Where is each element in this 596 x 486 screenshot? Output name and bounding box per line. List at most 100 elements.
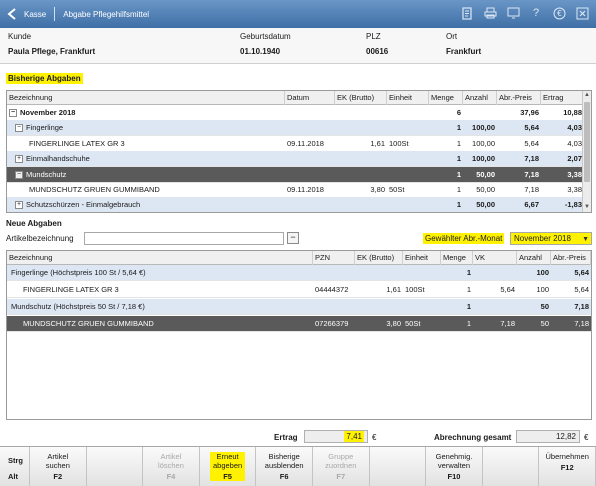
table-row[interactable]: Mundschutz (Höchstpreis 50 St / 7,18 €) 1…	[7, 299, 591, 315]
cell-menge: 1	[456, 200, 461, 210]
document-icon[interactable]	[459, 5, 475, 21]
expand-icon[interactable]: +	[15, 201, 23, 210]
cell-ek	[335, 197, 387, 212]
cell-datum: 09.11.2018	[287, 185, 324, 194]
expand-icon[interactable]: +	[15, 155, 23, 164]
column-header[interactable]: EK (Brutto)	[355, 251, 403, 265]
scroll-down-icon[interactable]: ▼	[583, 203, 591, 212]
table-bisherige-abgaben[interactable]: Bezeichnung Datum EK (Brutto) Einheit Me…	[6, 90, 592, 213]
screen-icon[interactable]	[505, 5, 521, 21]
table-row[interactable]: − November 2018 6 37,96 10,88	[7, 105, 584, 121]
scrollbar-thumb[interactable]	[584, 102, 590, 182]
column-header[interactable]: Abr.-Preis	[497, 91, 541, 105]
column-header[interactable]: Anzahl	[463, 91, 497, 105]
cell-vk: 5,64	[500, 285, 515, 294]
cell-anzahl: 100,00	[472, 138, 495, 148]
cell-preis: 37,96	[520, 108, 539, 117]
table-row[interactable]: − Mundschutz 1 50,00 7,18 3,38	[7, 166, 584, 183]
cell-bezeichnung: MUNDSCHUTZ GRUEN GUMMIBAND	[7, 182, 285, 198]
cell-preis: 7,18	[524, 154, 539, 164]
back-button[interactable]	[0, 0, 24, 28]
cell-ek	[335, 151, 387, 167]
table-row[interactable]: − Fingerlinge 1 100,00 5,64 4,03	[7, 120, 584, 137]
label-plz: PLZ	[366, 32, 381, 41]
fkey-erneut-abgeben[interactable]: Erneut abgeben F5	[200, 447, 257, 486]
column-header[interactable]: Datum	[285, 91, 335, 105]
table-row[interactable]: Fingerlinge (Höchstpreis 100 St / 5,64 €…	[7, 265, 591, 281]
fkey-bisherige-ausblenden[interactable]: Bisherige ausblenden F6	[256, 447, 313, 486]
column-header[interactable]: Einheit	[403, 251, 441, 265]
column-header[interactable]: Anzahl	[517, 251, 551, 265]
value-plz: 00616	[366, 47, 389, 56]
vertical-scrollbar[interactable]: ▲ ▼	[582, 91, 591, 212]
cell-ertrag: 4,03	[567, 123, 582, 133]
cell-ek	[335, 120, 387, 136]
row-label: Einmalhandschuhe	[26, 154, 90, 164]
fkey-artikel-löschen[interactable]: Artikel löschen F4	[143, 447, 200, 486]
column-header[interactable]: Abr.-Preis	[551, 251, 591, 265]
column-header[interactable]: Ertrag	[541, 91, 584, 105]
artikel-input[interactable]	[84, 232, 284, 245]
collapse-icon[interactable]: −	[9, 109, 17, 118]
fkey-shortcut: F4	[166, 472, 176, 481]
column-header[interactable]: Menge	[441, 251, 473, 265]
cell-ek	[355, 299, 403, 315]
cell-ertrag: 3,38	[567, 169, 582, 179]
column-header[interactable]: VK	[473, 251, 517, 265]
breadcrumb-kasse[interactable]: Kasse	[24, 10, 46, 19]
fkey-shortcut: F10	[447, 472, 461, 481]
print-icon[interactable]	[482, 5, 498, 21]
fkey-empty-1	[87, 447, 144, 486]
scroll-up-icon[interactable]: ▲	[583, 91, 591, 100]
cell-preis: 5,64	[574, 285, 589, 294]
column-header[interactable]: PZN	[313, 251, 355, 265]
strg-key[interactable]: Strg	[8, 456, 23, 465]
cell-einheit: 50St	[405, 319, 421, 328]
help-icon[interactable]: ?	[528, 5, 544, 21]
value-kunde: Paula Pflege, Frankfurt	[8, 47, 96, 56]
breadcrumb-separator	[54, 7, 56, 21]
label-ort: Ort	[446, 32, 458, 41]
cell-ek: 1,61	[370, 138, 385, 148]
column-header[interactable]: Einheit	[387, 91, 429, 105]
column-header[interactable]: EK (Brutto)	[335, 91, 387, 105]
monat-select[interactable]: November 2018 ▼	[510, 232, 592, 245]
table-row[interactable]: FINGERLINGE LATEX GR 3 09.11.2018 1,61 100S…	[7, 136, 584, 152]
column-header[interactable]: Bezeichnung	[7, 251, 313, 265]
cell-menge: 1	[466, 285, 471, 294]
cell-anzahl: 50	[540, 302, 549, 311]
section-title-neue: Neue Abgaben	[6, 219, 62, 228]
collapse-icon[interactable]: −	[15, 124, 23, 133]
cell-menge: 6	[456, 108, 461, 117]
table-row[interactable]: MUNDSCHUTZ GRUEN GUMMIBAND 07266379 3,80 50…	[7, 316, 591, 332]
cell-ek: 3,80	[386, 319, 401, 328]
fkey-label: Gruppe	[328, 452, 354, 461]
table-header: Bezeichnung PZN EK (Brutto) Einheit Meng…	[7, 251, 591, 265]
alt-key[interactable]: Alt	[8, 472, 18, 481]
fkey-label: suchen	[45, 461, 70, 470]
table-row[interactable]: MUNDSCHUTZ GRUEN GUMMIBAND 09.11.2018 3,80…	[7, 182, 584, 198]
cell-datum	[285, 120, 335, 136]
cell-anzahl: 50,00	[476, 169, 495, 179]
table-row[interactable]: + Schutzschürzen - Einmalgebrauch 1 50,00 6,…	[7, 197, 584, 212]
column-header[interactable]: Menge	[429, 91, 463, 105]
collapse-icon[interactable]: −	[15, 170, 23, 179]
fkey-artikel-suchen[interactable]: Artikel suchen F2	[30, 447, 87, 486]
page-title: Abgabe Pflegehilfsmittel	[63, 9, 150, 19]
euro-icon[interactable]: €	[551, 5, 567, 21]
fkey-genehmig-verwalten[interactable]: Genehmig. verwalten F10	[426, 447, 483, 486]
fkey-übernehmen[interactable]: Übernehmen F12	[539, 447, 596, 486]
column-header[interactable]: Bezeichnung	[7, 91, 285, 105]
cell-datum	[285, 197, 335, 212]
cell-anzahl	[463, 105, 497, 121]
collapse-icon[interactable]: −	[287, 232, 299, 244]
table-neue-abgaben[interactable]: Bezeichnung PZN EK (Brutto) Einheit Meng…	[6, 250, 592, 420]
table-row[interactable]: FINGERLINGE LATEX GR 3 04444372 1,61 100St 1…	[7, 282, 591, 298]
table-row[interactable]: + Einmalhandschuhe 1 100,00 7,18 2,07	[7, 151, 584, 168]
close-icon[interactable]	[574, 5, 590, 21]
cell-preis: 7,18	[574, 302, 589, 311]
fkey-label: Übernehmen	[545, 452, 589, 461]
cell-menge: 1	[456, 138, 461, 148]
cell-ertrag: 2,07	[567, 154, 582, 164]
fkey-gruppe-zuordnen[interactable]: Gruppe zuordnen F7	[313, 447, 370, 486]
